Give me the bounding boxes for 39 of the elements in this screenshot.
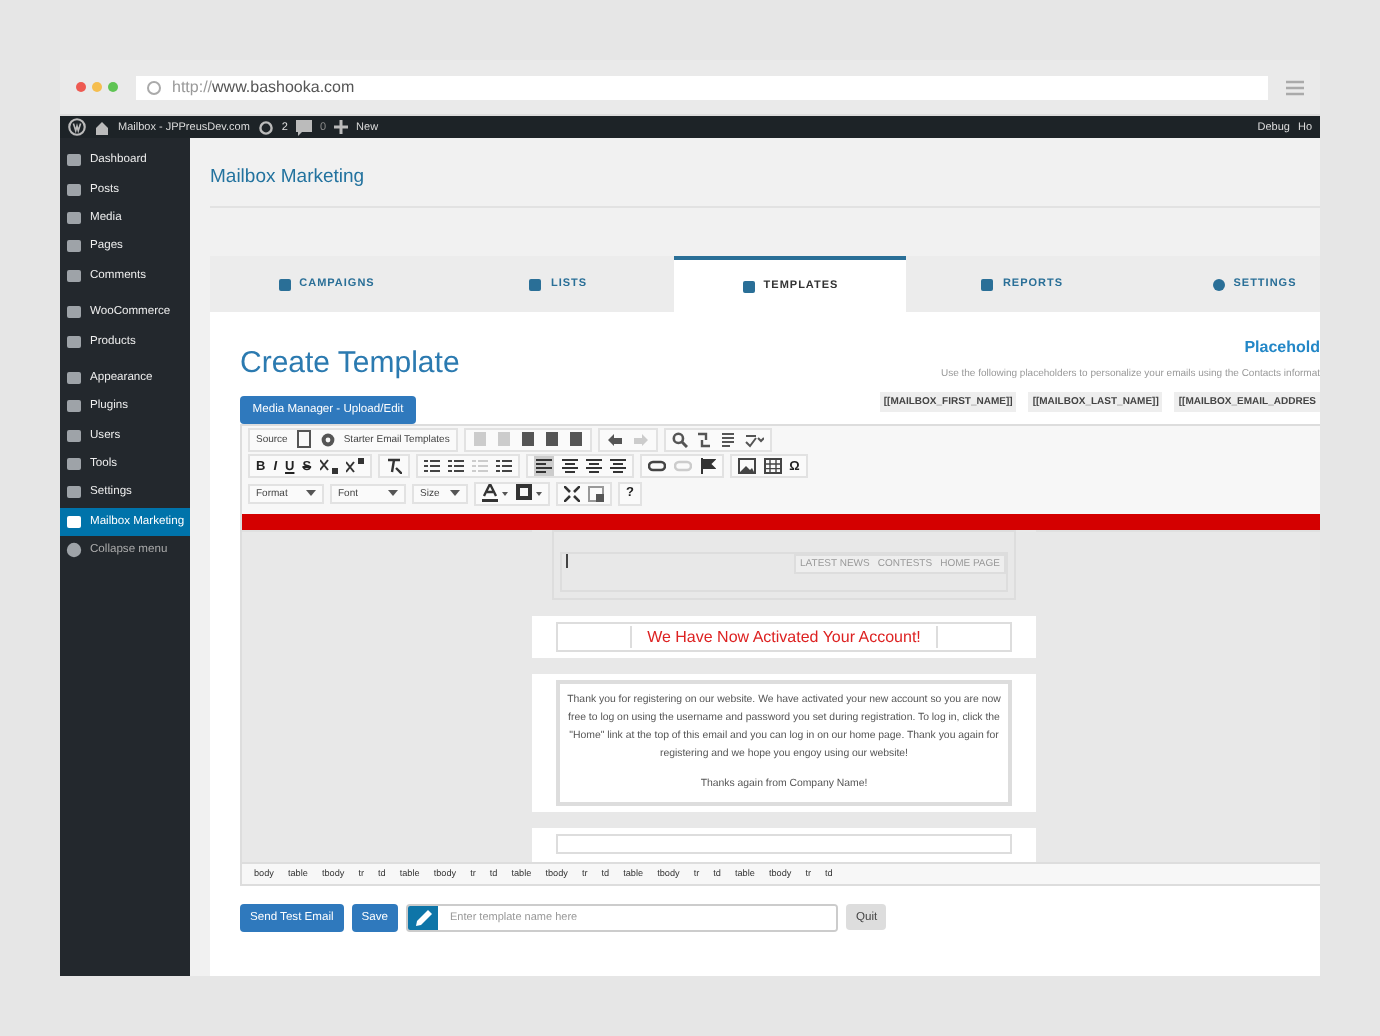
caret-icon: [388, 490, 398, 497]
search-icon[interactable]: [671, 431, 688, 448]
create-template-heading: Create Template: [240, 346, 460, 380]
plus-icon: [334, 120, 349, 134]
window-controls-icon: [76, 82, 118, 92]
reload-icon: [146, 79, 162, 95]
placeholders-heading: Placehold: [1244, 338, 1320, 356]
subscript-icon[interactable]: [319, 458, 338, 475]
undo-icon[interactable]: [605, 431, 624, 448]
spellcheck-icon[interactable]: [743, 431, 764, 448]
justify-icon[interactable]: [609, 458, 626, 475]
page-title: Mailbox Marketing: [210, 138, 1320, 208]
select-all-icon[interactable]: [719, 431, 736, 448]
show-blocks-icon[interactable]: [588, 485, 604, 502]
align-left-icon[interactable]: [533, 456, 554, 477]
document-icon[interactable]: [295, 430, 312, 449]
maximize-icon[interactable]: [564, 485, 580, 502]
email-headline: We Have Now Activated Your Account!: [629, 625, 939, 647]
text-cursor: [566, 553, 568, 567]
superscript-icon[interactable]: [345, 458, 364, 475]
caret-icon: [450, 490, 460, 497]
refresh-icon: [257, 119, 274, 135]
address-bar[interactable]: http://www.bashooka.com: [136, 75, 1268, 99]
image-icon[interactable]: [737, 458, 756, 475]
clear-format-icon[interactable]: [385, 458, 402, 475]
table-icon[interactable]: [763, 458, 782, 475]
link-icon[interactable]: [647, 460, 666, 473]
numbered-list-icon[interactable]: [423, 458, 440, 475]
align-center-icon[interactable]: [561, 458, 578, 475]
pencil-icon: [415, 909, 431, 925]
bulleted-list-icon[interactable]: [447, 458, 464, 475]
wordpress-logo-icon[interactable]: [68, 118, 86, 136]
comment-icon: [295, 119, 312, 135]
caret-icon: [306, 490, 316, 497]
flag-icon[interactable]: [699, 458, 716, 475]
collapse-icon: [66, 542, 82, 559]
text-color-icon[interactable]: [482, 484, 508, 503]
align-right-icon[interactable]: [585, 458, 602, 475]
indent-icon[interactable]: [495, 458, 512, 475]
